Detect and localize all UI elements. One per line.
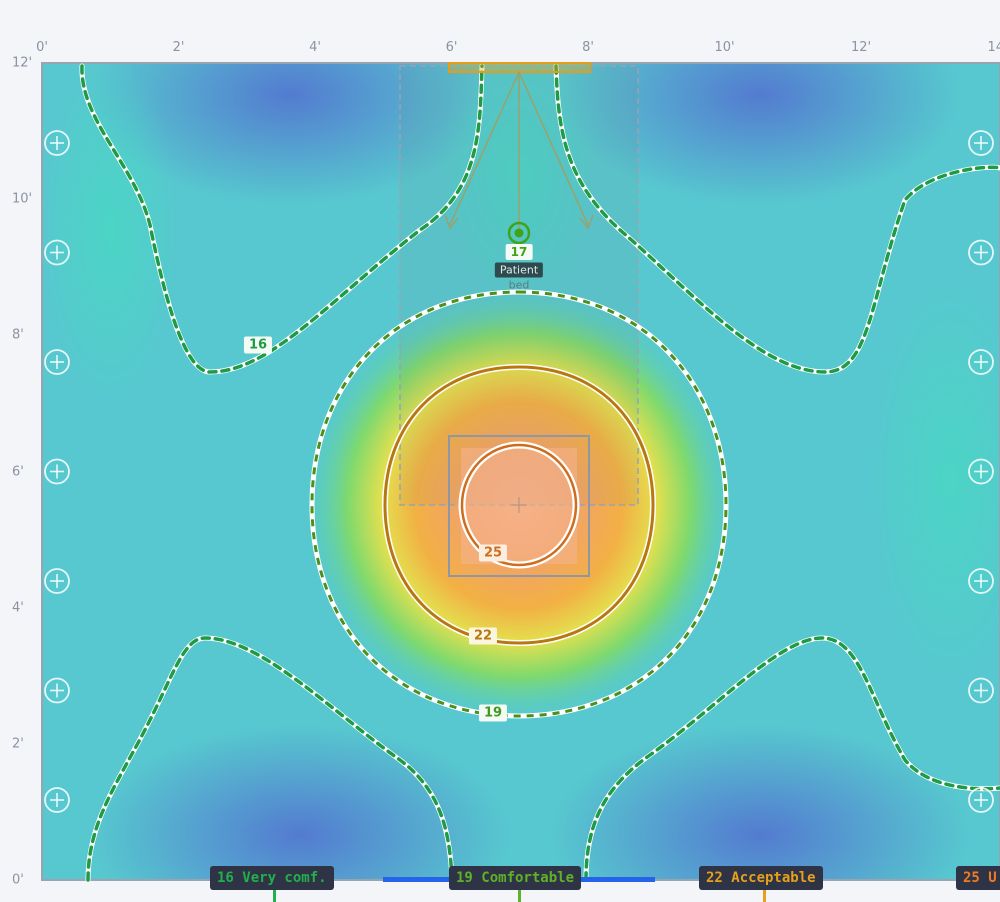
y-tick-label: 2' [12, 736, 24, 752]
x-tick-label: 14' [987, 40, 1000, 55]
sensor-label-line1: Patient [494, 262, 544, 278]
legend-tick-22 [763, 890, 766, 902]
legend-tick-19 [518, 890, 521, 902]
x-tick-label: 8' [582, 40, 594, 55]
heatmap-plot [41, 62, 1000, 883]
sensor-label-line2: bed [508, 278, 530, 292]
x-tick-label: 10' [714, 40, 735, 55]
y-tick-label: 4' [12, 600, 24, 616]
legend-item-label: 22 Acceptable [706, 870, 816, 886]
sensor-reading: 17 [505, 244, 533, 260]
x-tick-label: 12' [850, 40, 872, 55]
contour-label-16: 16 [243, 336, 273, 354]
x-tick-label: 0' [36, 40, 48, 55]
contour-label-25: 25 [478, 544, 508, 562]
x-tick-label: 6' [445, 40, 458, 55]
legend-item-label: 19 Comfortable [456, 870, 575, 886]
x-tick-label: 4' [309, 40, 321, 55]
legend-tick-16 [273, 890, 276, 902]
legend-item-very-comfortable[interactable]: 16 Very comf. [210, 866, 334, 890]
x-tick-label: 2' [172, 40, 185, 55]
y-tick-label: 12' [12, 55, 33, 71]
legend-item-label: 25 U [963, 870, 997, 886]
y-tick-label: 6' [12, 464, 24, 480]
legend-item-uncomfortable[interactable]: 25 U [956, 866, 1000, 890]
legend-item-acceptable[interactable]: 22 Acceptable [699, 866, 823, 890]
y-tick-label: 10' [12, 191, 33, 207]
legend-item-label: 16 Very comf. [217, 870, 327, 886]
comfort-heatmap-view: 0' 2' 4' 6' 8' 10' 12' 14' 12' 10' 8' 6' 4' 2' 0' 16 … [0, 0, 1000, 902]
contour-label-22: 22 [468, 627, 498, 645]
y-tick-label: 8' [12, 327, 24, 343]
supply-vent-icon[interactable] [448, 62, 591, 73]
legend-item-comfortable[interactable]: 19 Comfortable [449, 866, 582, 890]
y-tick-label: 0' [12, 872, 24, 888]
contour-label-19: 19 [478, 704, 508, 722]
